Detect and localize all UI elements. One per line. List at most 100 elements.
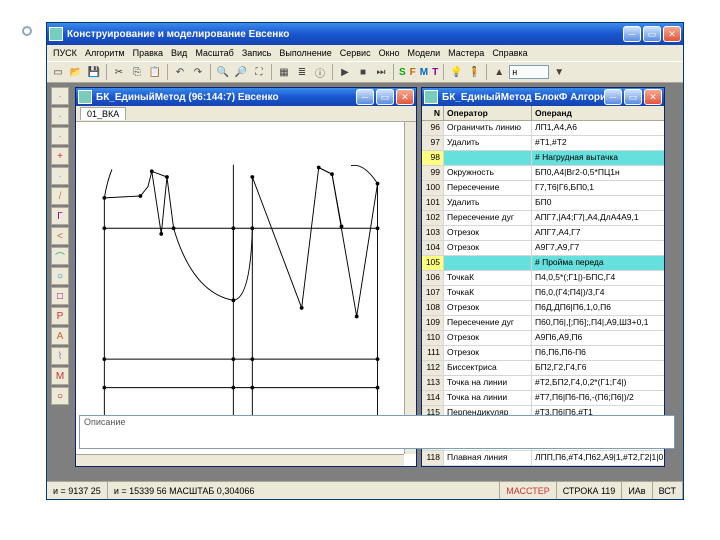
palette-tool-5[interactable]: / bbox=[51, 187, 69, 205]
grid-row[interactable]: 104ОтрезокА9Г7,А9,Г7 bbox=[422, 241, 664, 256]
menu-7[interactable]: Сервис bbox=[340, 48, 371, 58]
grid-row[interactable]: 111ОтрезокП6,П6,П6-П6 bbox=[422, 346, 664, 361]
grid-row[interactable]: 103ОтрезокАПГ7,А4,Г7 bbox=[422, 226, 664, 241]
tool-redo-icon[interactable]: ↷ bbox=[190, 64, 206, 80]
grid-row[interactable]: 107ТочкаКП6,0,(Г4;П4|)/3,Г4 bbox=[422, 286, 664, 301]
menu-4[interactable]: Масштаб bbox=[195, 48, 234, 58]
palette-tool-4[interactable]: · bbox=[51, 167, 69, 185]
tool-prev-icon[interactable]: ▲ bbox=[491, 64, 507, 80]
tool-next-icon[interactable]: ▼ bbox=[551, 64, 567, 80]
tool-zoom-out-icon[interactable]: 🔎 bbox=[233, 64, 249, 80]
tool-step-icon[interactable]: ⏭ bbox=[373, 64, 389, 80]
drawing-window-icon bbox=[78, 90, 92, 104]
grid-row[interactable]: 112БиссектрисаБП2,Г2,Г4,Г6 bbox=[422, 361, 664, 376]
grid-row[interactable]: 114Точка на линии#Т7,П6|П6-П6,-(П6;П6|)/… bbox=[422, 391, 664, 406]
drawing-window: БК_ЕдиныйМетод (96:144:7) Евсенко ─ ▭ ✕ … bbox=[75, 87, 417, 467]
grid-row[interactable]: 98# Нагрудная вытачка bbox=[422, 151, 664, 166]
algorithm-minimize-button[interactable]: ─ bbox=[604, 89, 622, 105]
grid-row[interactable]: 106ТочкаКП4,0,5*(;Г1|)-БПС,Г4 bbox=[422, 271, 664, 286]
palette-tool-0[interactable]: · bbox=[51, 87, 69, 105]
palette-tool-12[interactable]: A bbox=[51, 327, 69, 345]
tool-t-button[interactable]: T bbox=[431, 67, 439, 78]
tool-palette: · · · + · / Γ < ⌒ ○ □ PA ⌇ M ○ bbox=[51, 87, 71, 477]
algorithm-grid[interactable]: N Оператор Операнд 96Ограничить линиюЛП1… bbox=[422, 106, 664, 466]
menu-10[interactable]: Мастера bbox=[448, 48, 484, 58]
palette-tool-7[interactable]: < bbox=[51, 227, 69, 245]
tool-s-button[interactable]: S bbox=[398, 67, 407, 78]
status-line: СТРОКА 119 bbox=[557, 482, 623, 499]
palette-tool-6[interactable]: Γ bbox=[51, 207, 69, 225]
menu-9[interactable]: Модели bbox=[408, 48, 441, 58]
palette-tool-1[interactable]: · bbox=[51, 107, 69, 125]
grid-header-operand[interactable]: Операнд bbox=[532, 106, 664, 121]
grid-header-n[interactable]: N bbox=[422, 106, 444, 121]
grid-row[interactable]: 109Пересечение дугП60,П6|,[;П6];,П4|,А9,… bbox=[422, 316, 664, 331]
description-panel[interactable]: Описание bbox=[79, 415, 675, 449]
toolbar-input[interactable] bbox=[509, 65, 549, 79]
palette-tool-3[interactable]: + bbox=[51, 147, 69, 165]
tool-stop-icon[interactable]: ■ bbox=[355, 64, 371, 80]
tool-f-button[interactable]: F bbox=[409, 67, 417, 78]
menu-6[interactable]: Выполнение bbox=[279, 48, 331, 58]
grid-row[interactable]: 110ОтрезокА9П6,А9,П6 bbox=[422, 331, 664, 346]
tool-cut-icon[interactable]: ✂ bbox=[111, 64, 127, 80]
grid-header-operator[interactable]: Оператор bbox=[444, 106, 532, 121]
palette-tool-15[interactable]: ○ bbox=[51, 387, 69, 405]
algorithm-close-button[interactable]: ✕ bbox=[644, 89, 662, 105]
tool-lamp-icon[interactable]: 💡 bbox=[448, 64, 464, 80]
palette-tool-2[interactable]: · bbox=[51, 127, 69, 145]
tool-person-icon[interactable]: 🧍 bbox=[466, 64, 482, 80]
menu-2[interactable]: Правка bbox=[133, 48, 163, 58]
tool-zoom-in-icon[interactable]: 🔍 bbox=[215, 64, 231, 80]
tool-info-icon[interactable]: ⓘ bbox=[312, 64, 328, 80]
tool-zoom-fit-icon[interactable]: ⛶ bbox=[251, 64, 267, 80]
drawing-minimize-button[interactable]: ─ bbox=[356, 89, 374, 105]
palette-tool-13[interactable]: ⌇ bbox=[51, 347, 69, 365]
menu-11[interactable]: Справка bbox=[492, 48, 527, 58]
grid-row[interactable]: 108ОтрезокП6Д,ДП6|П6,1,0,П6 bbox=[422, 301, 664, 316]
grid-row[interactable]: 99ОкружностьБП0,А4|Вг2-0,5*ПЦ1н bbox=[422, 166, 664, 181]
menu-1[interactable]: Алгоритм bbox=[85, 48, 125, 58]
status-mode: МАССТЕР bbox=[500, 482, 557, 499]
tool-run-icon[interactable]: ▶ bbox=[337, 64, 353, 80]
menu-0[interactable]: ПУСК bbox=[53, 48, 77, 58]
drawing-scrollbar-horizontal[interactable] bbox=[76, 454, 404, 466]
drawing-maximize-button[interactable]: ▭ bbox=[376, 89, 394, 105]
tool-undo-icon[interactable]: ↶ bbox=[172, 64, 188, 80]
tool-paste-icon[interactable]: 📋 bbox=[147, 64, 163, 80]
grid-row[interactable]: 100ПересечениеГ7,Т6|Г6,БП0,1 bbox=[422, 181, 664, 196]
grid-row[interactable]: 97Удалить#Т1,#Т2 bbox=[422, 136, 664, 151]
grid-row[interactable]: 118Плавная линияЛПП,П6,#Т4,П62,А9|1,#Т2,… bbox=[422, 451, 664, 466]
tool-copy-icon[interactable]: ⎘ bbox=[129, 64, 145, 80]
palette-tool-10[interactable]: □ bbox=[51, 287, 69, 305]
tool-layers-icon[interactable]: ≣ bbox=[294, 64, 310, 80]
algorithm-window: БК_ЕдиныйМетод БлокФ Алгоритм ─ ▭ ✕ N Оп… bbox=[421, 87, 665, 467]
drawing-close-button[interactable]: ✕ bbox=[396, 89, 414, 105]
tool-new-icon[interactable]: ▭ bbox=[50, 64, 66, 80]
tool-m-button[interactable]: M bbox=[419, 67, 429, 78]
grid-row[interactable]: 101УдалитьБП0 bbox=[422, 196, 664, 211]
close-button[interactable]: ✕ bbox=[663, 26, 681, 42]
algorithm-window-icon bbox=[424, 90, 438, 104]
grid-row[interactable]: 113Точка на линии#Т2,БП2,Г4,0,2*(Г1;Г4|) bbox=[422, 376, 664, 391]
palette-tool-11[interactable]: P bbox=[51, 307, 69, 325]
menu-5[interactable]: Запись bbox=[242, 48, 272, 58]
tool-save-icon[interactable]: 💾 bbox=[86, 64, 102, 80]
algorithm-window-title: БК_ЕдиныйМетод БлокФ Алгоритм bbox=[442, 92, 604, 103]
menu-3[interactable]: Вид bbox=[171, 48, 187, 58]
grid-row[interactable]: 102Пересечение дугАПГ7,|А4;Г7|,А4,ДлА4А9… bbox=[422, 211, 664, 226]
palette-tool-8[interactable]: ⌒ bbox=[51, 247, 69, 265]
drawing-scrollbar-vertical[interactable] bbox=[404, 122, 416, 454]
palette-tool-9[interactable]: ○ bbox=[51, 267, 69, 285]
drawing-canvas[interactable] bbox=[76, 122, 404, 454]
menu-8[interactable]: Окно bbox=[379, 48, 400, 58]
grid-row[interactable]: 105# Пройма переда bbox=[422, 256, 664, 271]
tool-open-icon[interactable]: 📂 bbox=[68, 64, 84, 80]
minimize-button[interactable]: ─ bbox=[623, 26, 641, 42]
maximize-button[interactable]: ▭ bbox=[643, 26, 661, 42]
palette-tool-14[interactable]: M bbox=[51, 367, 69, 385]
drawing-tab[interactable]: 01_ВКА bbox=[80, 107, 126, 120]
algorithm-maximize-button[interactable]: ▭ bbox=[624, 89, 642, 105]
tool-grid-icon[interactable]: ▦ bbox=[276, 64, 292, 80]
grid-row[interactable]: 96Ограничить линиюЛП1,А4,А6 bbox=[422, 121, 664, 136]
